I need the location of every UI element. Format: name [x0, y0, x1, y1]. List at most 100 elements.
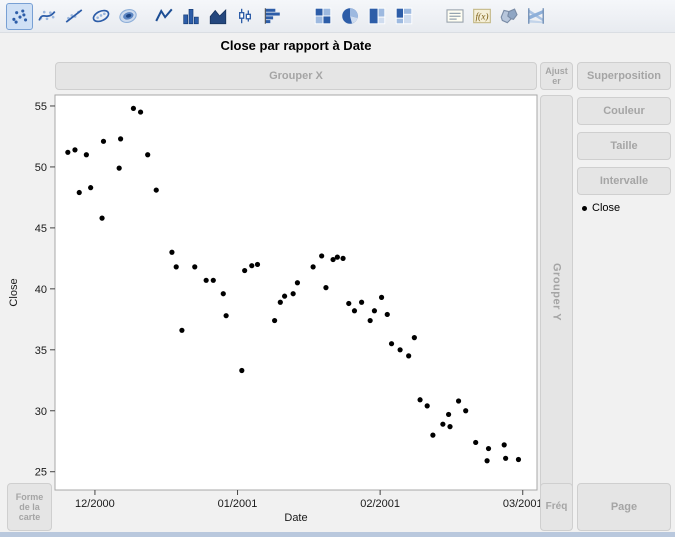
data-point — [501, 442, 507, 448]
data-point — [473, 439, 479, 446]
y-tick-label: 40 — [35, 284, 47, 296]
toolbar-button-points[interactable] — [6, 2, 33, 30]
data-point — [310, 264, 316, 270]
y-tick-label: 55 — [35, 101, 47, 113]
data-point — [351, 308, 358, 314]
dropzone-taille[interactable]: Taille — [577, 132, 671, 160]
data-point — [417, 397, 423, 403]
legend-marker-icon — [582, 205, 587, 211]
data-point — [281, 293, 288, 299]
data-point — [65, 149, 71, 155]
x-tick-label: 02/2001 — [360, 498, 400, 510]
data-point — [223, 313, 229, 319]
toolbar-button-parallel-plot[interactable] — [522, 3, 549, 30]
data-point — [192, 264, 198, 270]
toolbar-button-line-chart[interactable] — [150, 3, 177, 30]
plot-area[interactable] — [54, 94, 538, 491]
data-point — [319, 253, 325, 259]
chart-type-toolbar: f(x) — [0, 0, 675, 33]
parallel-plot-icon — [527, 8, 544, 24]
data-point — [397, 347, 403, 353]
dropzone-intervalle[interactable]: Intervalle — [577, 167, 671, 195]
data-point — [277, 299, 283, 305]
toolbar-button-caption-box[interactable] — [441, 3, 468, 30]
data-point — [447, 424, 453, 430]
data-point — [430, 432, 436, 438]
line-of-fit-icon — [65, 9, 82, 23]
data-point — [99, 215, 105, 221]
data-point — [210, 277, 216, 283]
toolbar-button-map-shapes[interactable] — [495, 3, 522, 30]
data-point — [484, 458, 490, 464]
toolbar-button-bar-chart[interactable] — [177, 3, 204, 30]
data-point — [220, 291, 226, 297]
toolbar-button-heatmap[interactable] — [309, 3, 336, 30]
data-point — [503, 455, 509, 461]
dropzone-group-x[interactable]: Grouper X — [55, 62, 537, 90]
formula-icon: f(x) — [472, 8, 491, 24]
data-point — [485, 445, 492, 452]
graph-builder-window: { "title": "Close par rapport à Date", "… — [0, 0, 675, 537]
data-point — [367, 317, 373, 324]
y-axis-label: Close — [8, 278, 20, 306]
x-tick-label: 12/2000 — [75, 498, 115, 510]
data-point — [384, 311, 390, 318]
heatmap-icon — [314, 7, 331, 25]
data-point — [358, 299, 365, 305]
caption-box-icon — [445, 9, 464, 23]
data-point — [169, 249, 175, 255]
data-point — [334, 254, 340, 260]
dropzone-couleur[interactable]: Couleur — [577, 97, 671, 125]
data-point — [88, 185, 94, 191]
data-point — [323, 285, 329, 291]
data-point — [378, 294, 385, 300]
legend-item-close[interactable]: Close — [582, 202, 620, 214]
toolbar-button-contour[interactable] — [114, 3, 141, 30]
data-point — [179, 327, 185, 333]
toolbar-button-histogram[interactable] — [258, 3, 285, 30]
dropzone-ajuster[interactable]: Ajuster — [540, 62, 573, 90]
data-point — [239, 367, 245, 374]
window-bottom-edge — [0, 532, 675, 537]
toolbar-button-ellipse[interactable] — [87, 3, 114, 30]
data-point — [173, 264, 179, 270]
toolbar-button-formula[interactable]: f(x) — [468, 3, 495, 30]
x-axis-label: Date — [284, 512, 307, 524]
contour-icon — [118, 8, 137, 24]
data-point — [272, 317, 278, 324]
page-title: Close par rapport à Date — [220, 38, 372, 53]
toolbar-button-treemap[interactable] — [363, 3, 390, 30]
bar-chart-icon — [182, 9, 199, 25]
y-tick-label: 45 — [35, 223, 47, 235]
y-tick-label: 35 — [35, 345, 47, 357]
data-point — [455, 398, 462, 404]
data-point — [130, 105, 137, 112]
data-point — [340, 255, 346, 261]
toolbar-button-line-of-fit[interactable] — [60, 3, 87, 30]
toolbar-button-box-plot[interactable] — [231, 3, 258, 30]
y-tick-label: 25 — [35, 467, 47, 479]
toolbar-button-smoother[interactable] — [33, 3, 60, 30]
dropzone-superposition[interactable]: Superposition — [577, 62, 671, 90]
data-point — [371, 308, 378, 314]
data-point — [153, 187, 159, 193]
legend-label: Close — [592, 202, 621, 214]
dropzone-group-y[interactable]: Grouper Y — [540, 95, 573, 490]
dropzone-map-shape[interactable]: Forme de la carte — [7, 483, 52, 531]
toolbar-button-pie-chart[interactable] — [336, 3, 363, 30]
data-point — [406, 353, 412, 359]
toolbar-button-mosaic[interactable] — [390, 3, 417, 30]
data-point — [249, 263, 255, 269]
x-tick-label: 03/2001 — [503, 498, 543, 510]
data-point — [463, 408, 469, 414]
data-point — [72, 147, 78, 153]
mosaic-icon — [395, 7, 412, 25]
histogram-icon — [264, 8, 280, 24]
data-point — [424, 403, 430, 409]
data-point — [117, 136, 124, 142]
dropzone-freq[interactable]: Fréq — [540, 483, 573, 531]
ellipse-icon — [92, 9, 109, 23]
map-shapes-icon — [500, 8, 518, 24]
toolbar-button-area-chart[interactable] — [204, 3, 231, 30]
dropzone-page[interactable]: Page — [577, 483, 671, 531]
